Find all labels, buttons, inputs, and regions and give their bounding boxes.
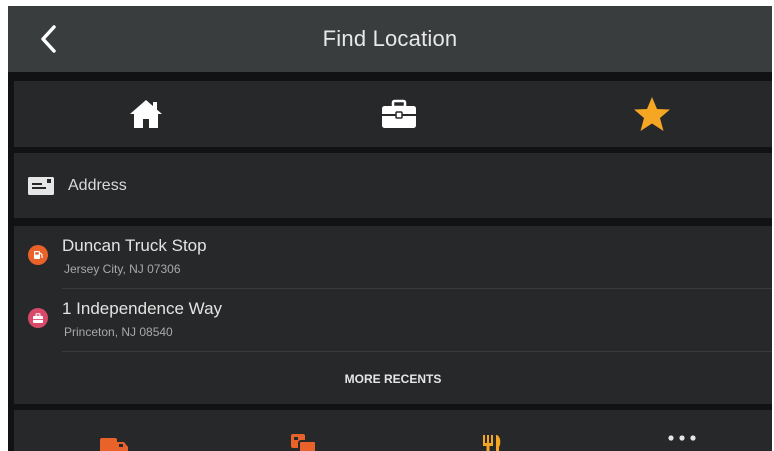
star-icon (634, 97, 670, 131)
recent-address: Jersey City, NJ 07306 (64, 262, 181, 276)
fuel-pin-icon (28, 245, 48, 265)
category-more[interactable] (652, 432, 712, 451)
recent-address: Princeton, NJ 08540 (64, 325, 173, 339)
chevron-left-icon (41, 25, 56, 53)
category-truck-stop[interactable] (274, 432, 334, 451)
address-label: Address (68, 176, 127, 194)
recent-name: 1 Independence Way (62, 299, 223, 318)
tab-work[interactable] (339, 81, 459, 147)
find-location-screen: Find Location Address Duncan Truck Stop … (8, 6, 772, 451)
divider (62, 351, 772, 352)
favorites-tab-bar (14, 81, 772, 147)
list-item[interactable]: Duncan Truck Stop Jersey City, NJ 07306 (14, 226, 772, 289)
briefcase-icon (382, 99, 416, 128)
category-truck[interactable] (84, 432, 144, 451)
back-button[interactable] (30, 20, 66, 58)
header-bar: Find Location (8, 6, 772, 72)
more-recents-button[interactable]: MORE RECENTS (14, 361, 772, 397)
recent-name: Duncan Truck Stop (62, 236, 207, 255)
food-icon (483, 435, 501, 451)
briefcase-pin-icon (28, 308, 48, 328)
address-card-icon (28, 176, 54, 195)
more-icon (668, 435, 696, 441)
recent-locations-list: Duncan Truck Stop Jersey City, NJ 07306 … (14, 226, 772, 404)
home-icon (130, 100, 162, 128)
category-food[interactable] (462, 432, 522, 451)
tab-favorites[interactable] (592, 81, 712, 147)
truck-icon (100, 438, 128, 451)
truck-stop-icon (291, 434, 317, 451)
category-bar (14, 410, 772, 451)
page-title: Find Location (322, 26, 458, 51)
tab-home[interactable] (86, 81, 206, 147)
list-item[interactable]: 1 Independence Way Princeton, NJ 08540 (14, 289, 772, 352)
address-row[interactable]: Address (14, 153, 772, 218)
